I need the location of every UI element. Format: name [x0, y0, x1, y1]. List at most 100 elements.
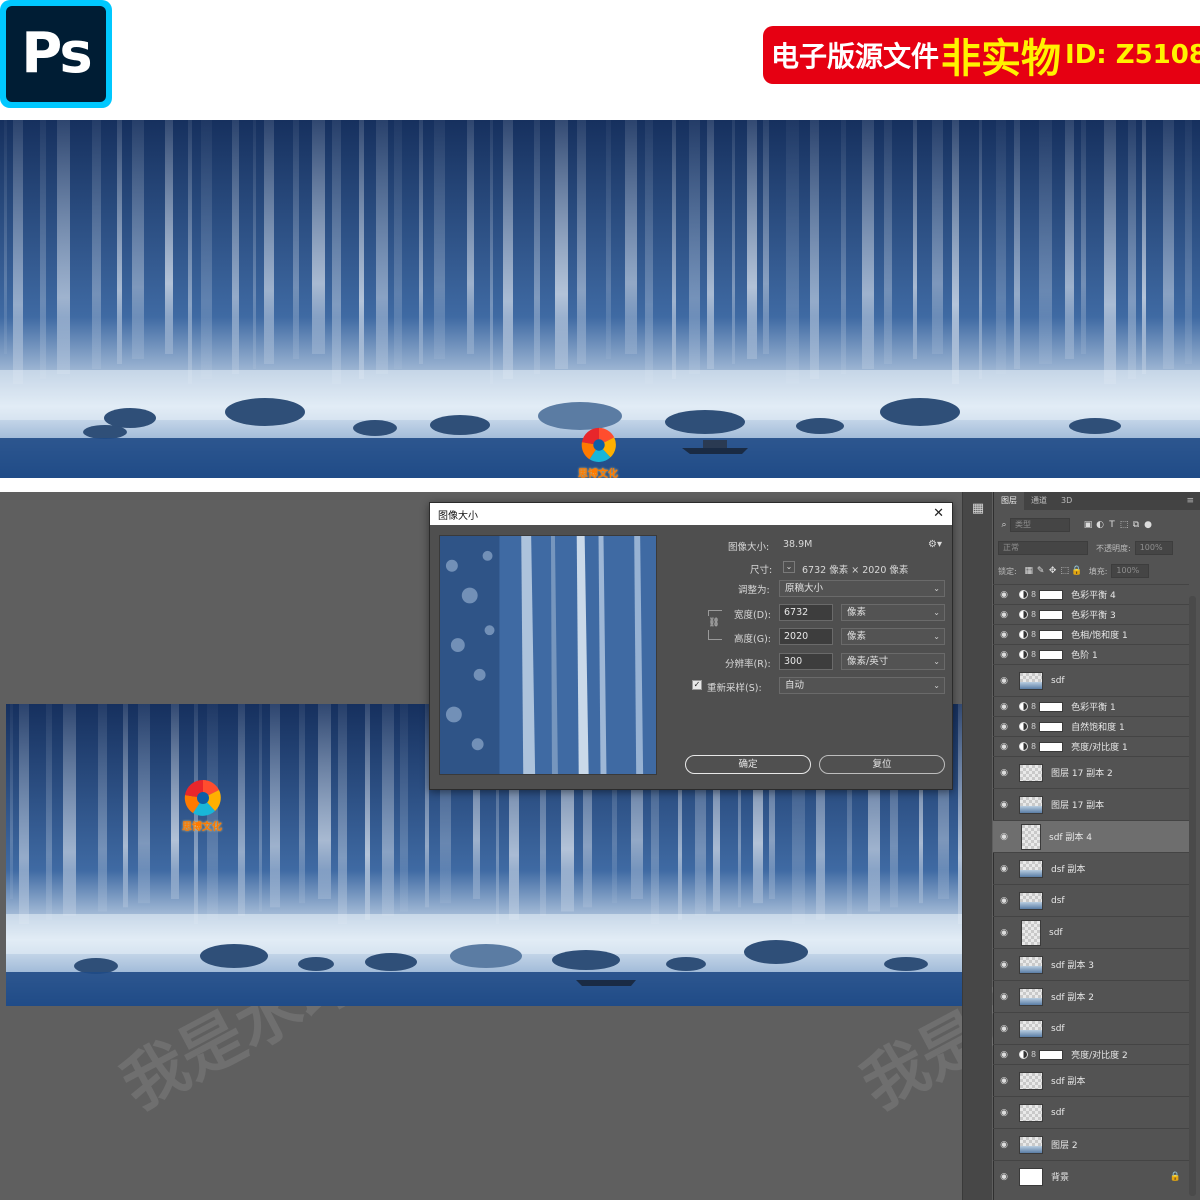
layer-row[interactable]: ◉ 8 色相/饱和度 1 — [993, 624, 1189, 644]
layer-row[interactable]: ◉ 8 色彩平衡 4 — [993, 584, 1189, 604]
visibility-eye-icon[interactable]: ◉ — [993, 722, 1015, 732]
height-unit-select[interactable]: 像素 ⌄ — [841, 628, 945, 645]
layer-row[interactable]: ◉ sdf — [993, 916, 1189, 948]
filter-shape-icon[interactable]: ⬚ — [1118, 520, 1130, 530]
layer-row[interactable]: ◉ 图层 17 副本 2 — [993, 756, 1189, 788]
lock-pixels-icon[interactable]: ✎ — [1035, 566, 1047, 576]
mask-link-icon[interactable]: 8 — [1031, 742, 1036, 751]
resolution-unit-select[interactable]: 像素/英寸 ⌄ — [841, 653, 945, 670]
visibility-eye-icon[interactable]: ◉ — [993, 1024, 1015, 1034]
image-preview[interactable] — [439, 535, 657, 775]
dialog-titlebar[interactable]: 图像大小 ✕ — [430, 503, 952, 525]
visibility-eye-icon[interactable]: ◉ — [993, 1172, 1015, 1182]
layer-thumbnail[interactable] — [1019, 859, 1043, 878]
layer-thumbnail[interactable] — [1019, 1103, 1043, 1122]
layer-row[interactable]: ◉ dsf 副本 — [993, 852, 1189, 884]
constrain-proportions-link-icon[interactable]: ⛓ — [708, 616, 720, 630]
ok-button[interactable]: 确定 — [685, 755, 811, 774]
reset-button[interactable]: 复位 — [819, 755, 945, 774]
visibility-eye-icon[interactable]: ◉ — [993, 768, 1015, 778]
visibility-eye-icon[interactable]: ◉ — [993, 896, 1015, 906]
visibility-eye-icon[interactable]: ◉ — [993, 1140, 1015, 1150]
layer-filter-select[interactable]: 类型 — [1010, 518, 1070, 532]
layer-row[interactable]: ◉ sdf 副本 4 — [993, 820, 1189, 852]
lock-artboard-icon[interactable]: ⬚ — [1059, 566, 1071, 576]
layer-row[interactable]: ◉ dsf — [993, 884, 1189, 916]
resolution-input[interactable]: 300 — [779, 653, 833, 670]
mask-link-icon[interactable]: 8 — [1031, 702, 1036, 711]
visibility-eye-icon[interactable]: ◉ — [993, 800, 1015, 810]
tab-3d[interactable]: 3D — [1054, 492, 1079, 510]
filter-toggle-icon[interactable]: ● — [1142, 520, 1154, 530]
layer-row[interactable]: ◉ 图层 17 副本 — [993, 788, 1189, 820]
width-unit-select[interactable]: 像素 ⌄ — [841, 604, 945, 621]
lock-all-icon[interactable]: 🔒 — [1071, 566, 1083, 576]
layer-mask-thumbnail[interactable] — [1039, 629, 1064, 640]
layer-thumbnail[interactable] — [1021, 919, 1041, 946]
layer-row[interactable]: ◉ sdf 副本 3 — [993, 948, 1189, 980]
lock-position-icon[interactable]: ✥ — [1047, 566, 1059, 576]
layers-scrollbar[interactable] — [1189, 596, 1196, 1196]
tab-layers[interactable]: 图层 — [994, 492, 1024, 510]
mask-link-icon[interactable]: 8 — [1031, 722, 1036, 731]
visibility-eye-icon[interactable]: ◉ — [993, 864, 1015, 874]
layer-mask-thumbnail[interactable] — [1039, 741, 1064, 752]
mask-link-icon[interactable]: 8 — [1031, 630, 1036, 639]
visibility-eye-icon[interactable]: ◉ — [993, 742, 1015, 752]
layer-thumbnail[interactable] — [1019, 1019, 1043, 1038]
layer-mask-thumbnail[interactable] — [1039, 589, 1064, 600]
visibility-eye-icon[interactable]: ◉ — [993, 1050, 1015, 1060]
visibility-eye-icon[interactable]: ◉ — [993, 832, 1015, 842]
panel-menu-icon[interactable]: ≡ — [1186, 496, 1194, 506]
visibility-eye-icon[interactable]: ◉ — [993, 610, 1015, 620]
layer-mask-thumbnail[interactable] — [1039, 1049, 1064, 1060]
layer-row[interactable]: ◉ 8 自然饱和度 1 — [993, 716, 1189, 736]
mask-link-icon[interactable]: 8 — [1031, 1050, 1036, 1059]
layer-thumbnail[interactable] — [1019, 671, 1043, 690]
opacity-input[interactable]: 100% — [1134, 541, 1173, 555]
layer-row[interactable]: ◉ sdf — [993, 664, 1189, 696]
visibility-eye-icon[interactable]: ◉ — [993, 630, 1015, 640]
width-input[interactable]: 6732 — [779, 604, 833, 621]
visibility-eye-icon[interactable]: ◉ — [993, 928, 1015, 938]
mask-link-icon[interactable]: 8 — [1031, 650, 1036, 659]
layer-thumbnail[interactable] — [1019, 891, 1043, 910]
layer-row[interactable]: ◉ 8 亮度/对比度 1 — [993, 736, 1189, 756]
layer-row[interactable]: ◉ 8 色阶 1 — [993, 644, 1189, 664]
visibility-eye-icon[interactable]: ◉ — [993, 650, 1015, 660]
lock-transparency-icon[interactable]: ▦ — [1023, 566, 1035, 576]
layer-mask-thumbnail[interactable] — [1039, 701, 1064, 712]
layer-mask-thumbnail[interactable] — [1039, 649, 1064, 660]
layer-thumbnail[interactable] — [1019, 987, 1043, 1006]
layer-row[interactable]: ◉ sdf — [993, 1096, 1189, 1128]
settings-gear-icon[interactable]: ⚙▾ — [928, 539, 942, 550]
layer-row[interactable]: ◉ sdf 副本 2 — [993, 980, 1189, 1012]
properties-panel-icon[interactable]: ▦ — [969, 500, 987, 518]
visibility-eye-icon[interactable]: ◉ — [993, 1076, 1015, 1086]
visibility-eye-icon[interactable]: ◉ — [993, 1108, 1015, 1118]
resample-checkbox[interactable]: ✓ — [692, 680, 702, 690]
layer-mask-thumbnail[interactable] — [1039, 721, 1064, 732]
visibility-eye-icon[interactable]: ◉ — [993, 992, 1015, 1002]
visibility-eye-icon[interactable]: ◉ — [993, 960, 1015, 970]
visibility-eye-icon[interactable]: ◉ — [993, 676, 1015, 686]
layer-row[interactable]: ◉ 图层 2 — [993, 1128, 1189, 1160]
height-input[interactable]: 2020 — [779, 628, 833, 645]
layer-mask-thumbnail[interactable] — [1039, 609, 1064, 620]
visibility-eye-icon[interactable]: ◉ — [993, 702, 1015, 712]
layer-thumbnail[interactable] — [1019, 1071, 1043, 1090]
fit-to-select[interactable]: 原稿大小 ⌄ — [779, 580, 945, 597]
filter-smart-object-icon[interactable]: ⧉ — [1130, 520, 1142, 530]
filter-pixel-icon[interactable]: ▣ — [1082, 520, 1094, 530]
dimensions-dropdown-chevron-icon[interactable]: ⌄ — [783, 561, 795, 573]
resample-select[interactable]: 自动 ⌄ — [779, 677, 945, 694]
mask-link-icon[interactable]: 8 — [1031, 590, 1036, 599]
visibility-eye-icon[interactable]: ◉ — [993, 590, 1015, 600]
filter-type-icon[interactable]: T — [1106, 520, 1118, 530]
blend-mode-select[interactable]: 正常 — [998, 541, 1088, 555]
fill-input[interactable]: 100% — [1111, 564, 1150, 578]
layer-thumbnail[interactable] — [1019, 1135, 1043, 1154]
layer-thumbnail[interactable] — [1019, 795, 1043, 814]
layer-row[interactable]: ◉ 8 色彩平衡 3 — [993, 604, 1189, 624]
close-icon[interactable]: ✕ — [933, 503, 944, 525]
